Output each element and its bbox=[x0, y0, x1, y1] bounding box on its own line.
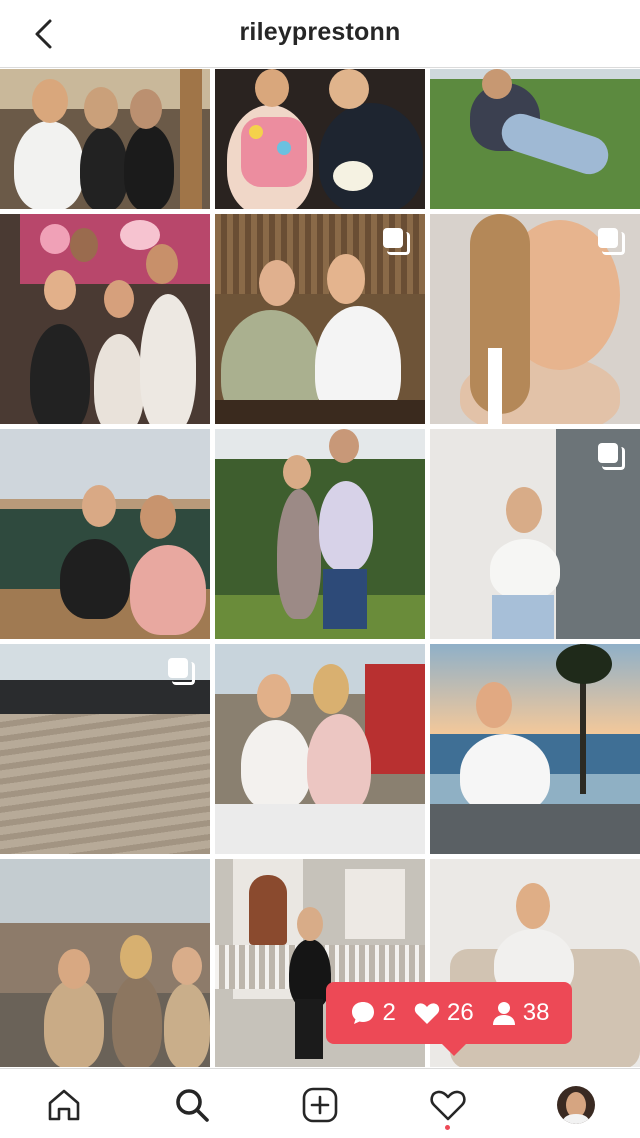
notification-dot bbox=[445, 1125, 450, 1130]
heart-icon bbox=[414, 1003, 440, 1024]
likes-number: 26 bbox=[446, 999, 474, 1026]
post-tile[interactable] bbox=[215, 214, 425, 424]
multiple-images-icon bbox=[168, 658, 195, 685]
bottom-nav bbox=[0, 1068, 640, 1138]
top-bar: rileyprestonn bbox=[0, 0, 640, 68]
multiple-images-icon bbox=[598, 443, 625, 470]
home-icon bbox=[48, 1089, 80, 1121]
comment-icon bbox=[351, 1002, 374, 1024]
new-post-icon bbox=[302, 1087, 338, 1123]
nav-activity-button[interactable] bbox=[426, 1083, 470, 1127]
post-tile[interactable] bbox=[430, 429, 640, 639]
post-tile[interactable] bbox=[0, 214, 210, 424]
post-grid bbox=[0, 69, 640, 1067]
follows-number: 38 bbox=[522, 999, 550, 1026]
nav-profile-button[interactable] bbox=[554, 1083, 598, 1127]
search-icon bbox=[176, 1089, 209, 1122]
comments-number: 2 bbox=[382, 999, 396, 1026]
post-tile[interactable] bbox=[215, 429, 425, 639]
post-tile[interactable] bbox=[0, 429, 210, 639]
post-tile[interactable] bbox=[0, 859, 210, 1067]
post-tile[interactable] bbox=[215, 644, 425, 854]
follows-count: 38 bbox=[491, 999, 550, 1027]
nav-search-button[interactable] bbox=[170, 1083, 214, 1127]
post-tile[interactable] bbox=[430, 69, 640, 209]
activity-notification[interactable]: 2 26 38 bbox=[326, 982, 572, 1056]
post-tile[interactable] bbox=[0, 69, 210, 209]
person-icon bbox=[492, 1002, 515, 1025]
nav-home-button[interactable] bbox=[42, 1083, 86, 1127]
likes-count: 26 bbox=[413, 999, 474, 1027]
multiple-images-icon bbox=[598, 228, 625, 255]
post-tile[interactable] bbox=[0, 644, 210, 854]
comments-count: 2 bbox=[349, 999, 396, 1027]
post-tile[interactable] bbox=[430, 214, 640, 424]
multiple-images-icon bbox=[383, 228, 410, 255]
profile-username: rileyprestonn bbox=[239, 18, 401, 46]
activity-heart-icon bbox=[430, 1090, 466, 1121]
post-tile[interactable] bbox=[430, 644, 640, 854]
post-tile[interactable] bbox=[215, 69, 425, 209]
nav-new-post-button[interactable] bbox=[298, 1083, 342, 1127]
profile-avatar bbox=[557, 1086, 595, 1124]
